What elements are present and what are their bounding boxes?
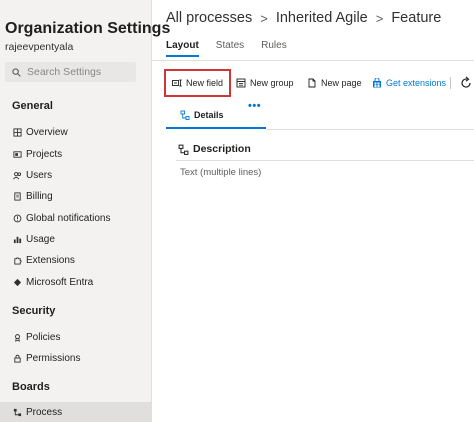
tab-rules[interactable]: Rules — [261, 40, 287, 57]
get-extensions-button[interactable]: Get extensions — [372, 69, 446, 97]
new-page-label: New page — [321, 78, 362, 88]
org-user-name: rajeevpentyala — [5, 41, 74, 53]
refresh-icon[interactable] — [460, 76, 472, 90]
sidebar-item-label: Permissions — [26, 352, 81, 364]
sidebar-item-label: Usage — [26, 233, 55, 245]
tab-states[interactable]: States — [216, 40, 244, 57]
group-divider — [176, 160, 474, 161]
process-tabs: Layout States Rules — [166, 40, 304, 57]
sidebar-item-label: Policies — [26, 331, 61, 343]
new-page-button[interactable]: New page — [307, 69, 362, 97]
sidebar-item-billing[interactable]: Billing — [0, 186, 151, 206]
sidebar-item-global-notifications[interactable]: Global notifications — [0, 208, 151, 228]
more-options-icon[interactable]: ••• — [248, 100, 261, 112]
sidebar-item-label: Billing — [26, 190, 53, 202]
tab-layout[interactable]: Layout — [166, 40, 199, 57]
section-boards: Boards — [12, 381, 50, 393]
page-tab-label: Details — [194, 109, 224, 120]
sidebar-item-label: Users — [26, 169, 53, 181]
sidebar-item-overview[interactable]: Overview — [0, 122, 151, 142]
new-group-button[interactable]: New group — [236, 69, 294, 97]
sidebar-item-label: Extensions — [26, 254, 75, 266]
search-input[interactable] — [27, 66, 127, 78]
sidebar-item-microsoft-entra[interactable]: Microsoft Entra — [0, 272, 151, 292]
search-icon — [12, 67, 21, 77]
policies-icon — [12, 332, 22, 342]
group-icon — [178, 144, 189, 155]
section-general: General — [12, 100, 53, 112]
permissions-icon — [12, 353, 22, 363]
new-group-label: New group — [250, 78, 294, 88]
marketplace-icon — [373, 78, 381, 88]
usage-icon — [12, 234, 22, 244]
field-type-label[interactable]: Text (multiple lines) — [180, 167, 261, 178]
projects-icon — [12, 149, 22, 159]
overview-icon — [12, 127, 22, 137]
sidebar-item-label: Projects — [26, 148, 63, 160]
sidebar-item-label: Overview — [26, 126, 68, 138]
extensions-icon — [12, 255, 22, 265]
sidebar-item-projects[interactable]: Projects — [0, 144, 151, 164]
new-field-label: New field — [186, 78, 224, 88]
breadcrumb-all-processes[interactable]: All processes — [166, 10, 252, 26]
tabs-divider — [152, 60, 474, 61]
sidebar-item-label: Process — [26, 406, 63, 418]
group-title: Description — [193, 143, 251, 155]
group-description[interactable]: Description — [178, 143, 251, 155]
sidebar-item-label: Microsoft Entra — [26, 276, 94, 288]
sidebar: Organization Settings rajeevpentyala Gen… — [0, 0, 170, 422]
section-security: Security — [12, 305, 56, 317]
new-field-icon — [172, 79, 182, 87]
breadcrumb: All processes > Inherited Agile > Featur… — [166, 10, 441, 26]
sidebar-item-permissions[interactable]: Permissions — [0, 348, 151, 368]
sidebar-item-extensions[interactable]: Extensions — [0, 250, 151, 270]
billing-icon — [12, 191, 22, 201]
chevron-right-icon: > — [375, 10, 384, 26]
layout-toolbar: New field New group New page Get extensi… — [164, 69, 474, 97]
sidebar-item-users[interactable]: Users — [0, 165, 151, 185]
page-layout-icon — [180, 110, 190, 120]
new-group-icon — [236, 78, 246, 88]
new-field-button[interactable]: New field — [164, 69, 232, 97]
sidebar-item-label: Global notifications — [26, 212, 111, 224]
process-icon — [12, 407, 22, 417]
org-settings-title: Organization Settings — [5, 20, 171, 37]
breadcrumb-feature: Feature — [391, 10, 442, 26]
sidebar-item-policies[interactable]: Policies — [0, 327, 151, 347]
breadcrumb-inherited-agile[interactable]: Inherited Agile — [276, 10, 368, 26]
get-extensions-label: Get extensions — [386, 78, 447, 88]
chevron-right-icon: > — [260, 10, 268, 26]
notifications-icon — [12, 213, 22, 223]
sidebar-item-usage[interactable]: Usage — [0, 229, 151, 249]
sidebar-item-process[interactable]: Process — [0, 402, 151, 422]
search-box[interactable] — [5, 62, 136, 82]
page-tab-divider — [266, 129, 474, 130]
new-page-icon — [308, 78, 316, 88]
toolbar-divider — [450, 77, 451, 89]
entra-icon — [12, 277, 22, 287]
users-icon — [12, 170, 22, 180]
